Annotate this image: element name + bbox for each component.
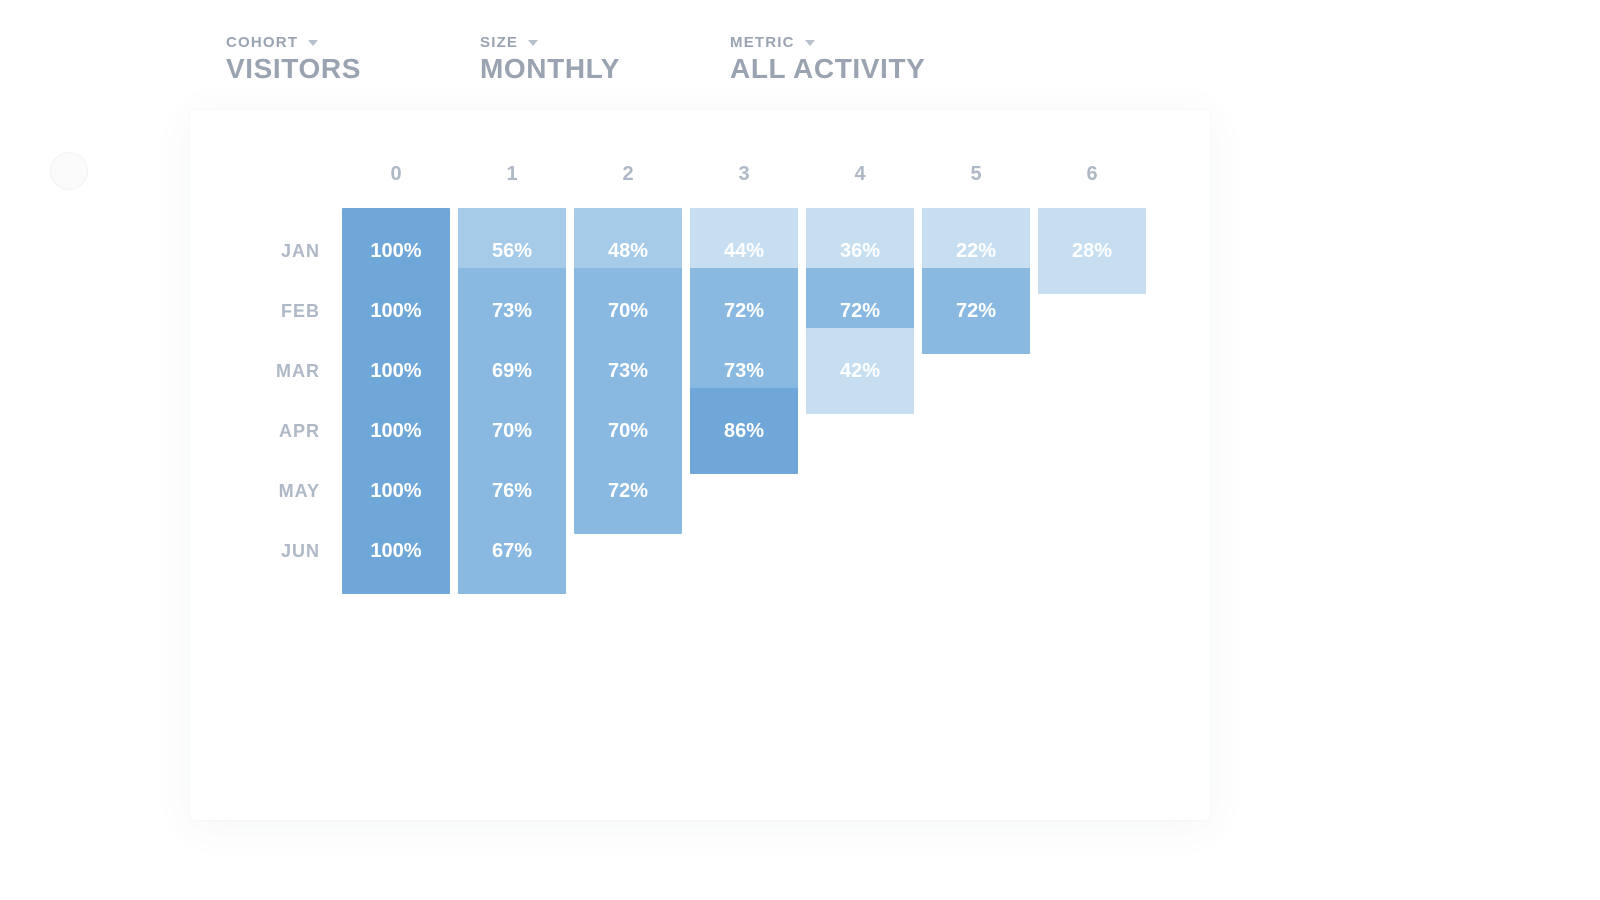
filter-size-label: SIZE: [480, 34, 518, 51]
column-header: 2: [570, 144, 686, 204]
column-header: 1: [454, 144, 570, 204]
filter-metric[interactable]: METRIC ALL ACTIVITY: [730, 34, 1030, 85]
column-header: 3: [686, 144, 802, 204]
cohort-chart-card: 0123456JAN100%56%48%44%36%22%28%FEB100%7…: [190, 110, 1210, 820]
heatmap-cell[interactable]: 100%: [338, 504, 454, 598]
side-indicator-dot: [50, 152, 88, 190]
chevron-down-icon: [308, 40, 318, 46]
filter-cohort[interactable]: COHORT VISITORS: [226, 34, 480, 85]
filter-bar: COHORT VISITORS SIZE MONTHLY METRIC ALL …: [226, 34, 1030, 85]
filter-metric-label: METRIC: [730, 34, 795, 51]
empty-cell: [1034, 504, 1150, 598]
heatmap-cell-value: 67%: [458, 508, 566, 594]
heatmap-cell-value: 100%: [342, 508, 450, 594]
column-header: 5: [918, 144, 1034, 204]
chevron-down-icon: [805, 40, 815, 46]
filter-cohort-label-row[interactable]: COHORT: [226, 34, 480, 51]
filter-size-value: MONTHLY: [480, 53, 730, 85]
filter-cohort-value: VISITORS: [226, 53, 480, 85]
empty-cell: [918, 504, 1034, 598]
header-corner: [230, 144, 338, 204]
empty-cell: [570, 504, 686, 598]
empty-cell: [686, 504, 802, 598]
filter-size[interactable]: SIZE MONTHLY: [480, 34, 730, 85]
column-header: 4: [802, 144, 918, 204]
filter-metric-label-row[interactable]: METRIC: [730, 34, 1030, 51]
column-header: 6: [1034, 144, 1150, 204]
filter-size-label-row[interactable]: SIZE: [480, 34, 730, 51]
filter-cohort-label: COHORT: [226, 34, 298, 51]
column-header: 0: [338, 144, 454, 204]
empty-cell: [802, 504, 918, 598]
filter-metric-value: ALL ACTIVITY: [730, 53, 1030, 85]
row-label: JUN: [230, 504, 338, 598]
cohort-heatmap: 0123456JAN100%56%48%44%36%22%28%FEB100%7…: [230, 144, 1170, 564]
chevron-down-icon: [528, 40, 538, 46]
heatmap-cell[interactable]: 67%: [454, 504, 570, 598]
